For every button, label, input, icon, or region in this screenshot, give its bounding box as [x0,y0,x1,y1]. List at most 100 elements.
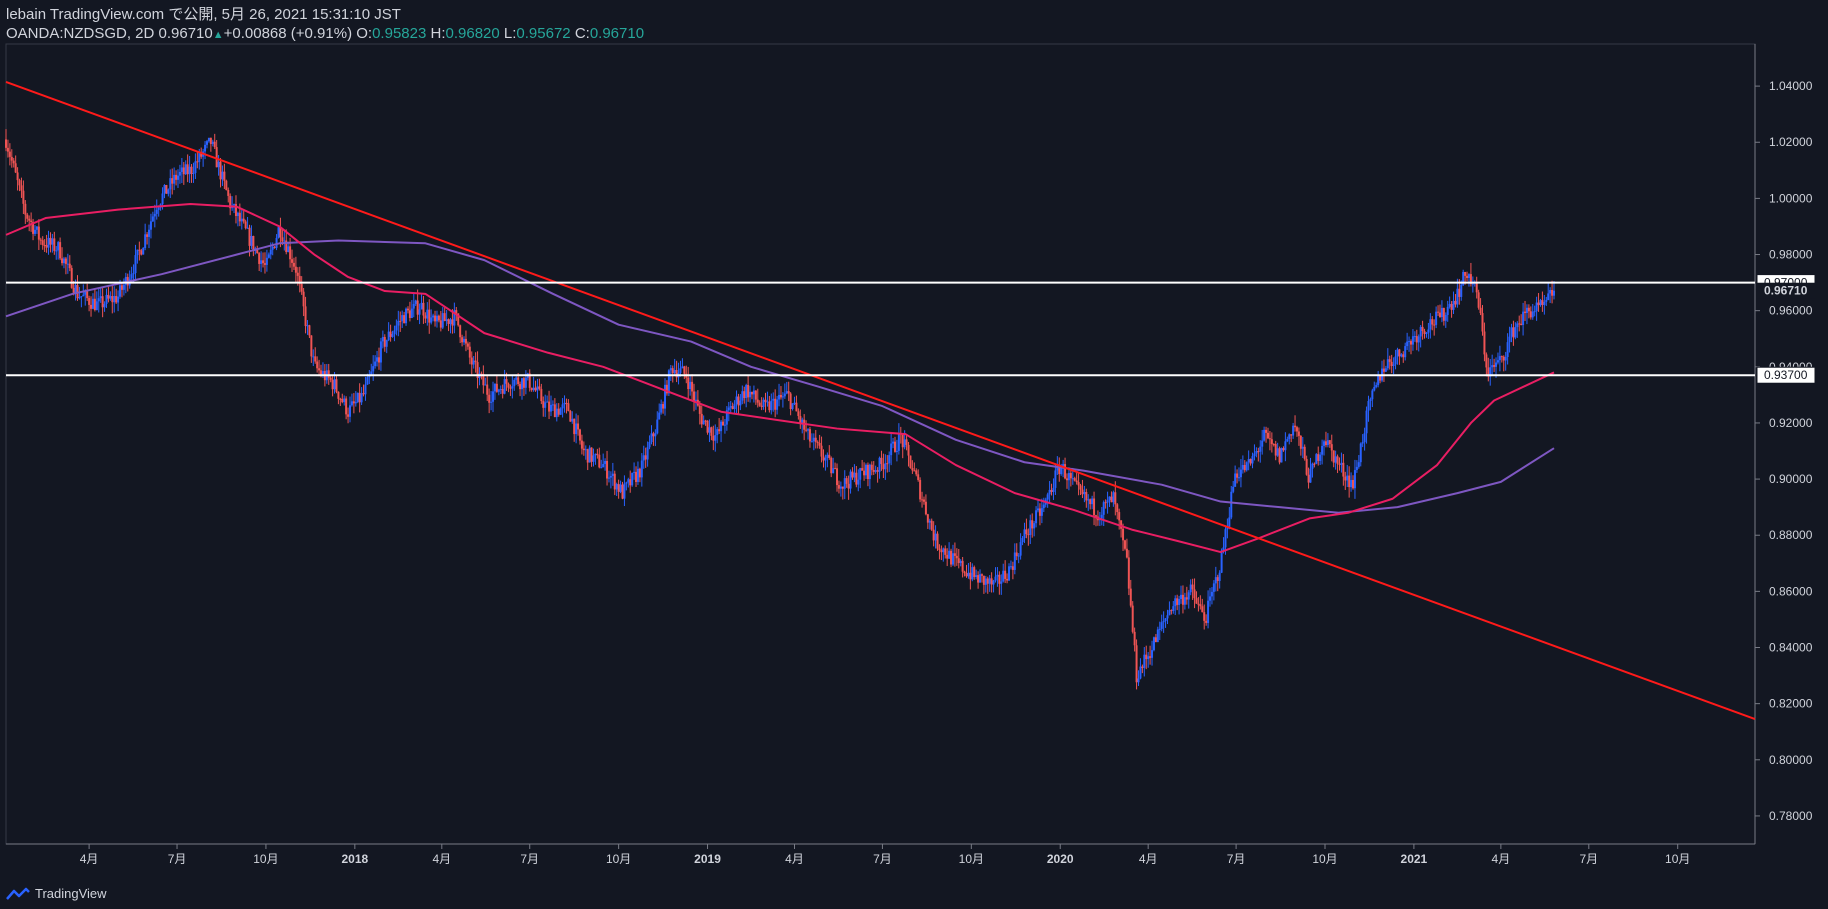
candle-body [602,463,605,468]
candle-body [770,400,773,411]
candle-body [1350,479,1353,488]
candle-body [364,384,367,395]
candle-body [1321,445,1324,455]
candle-body [470,357,473,365]
candle-body [1180,594,1183,600]
candle-body [1046,494,1049,500]
candle-body [721,421,724,426]
candle-body [1382,368,1385,372]
candle-body [1502,356,1505,361]
candle-body [432,315,435,318]
candle-body [625,482,628,484]
candle-body [834,468,837,470]
candle-body [901,434,904,448]
candle-body [1421,326,1424,332]
candle-body [1091,498,1094,505]
candle-body [1340,462,1343,465]
price-tick-label: 0.88000 [1769,528,1813,542]
candle-body [437,315,440,321]
candle-body [1259,446,1262,452]
candle-body [1467,274,1470,278]
candle-body [892,441,895,444]
tradingview-footer[interactable]: TradingView [6,886,107,901]
candle-body [609,475,612,478]
candle-body [662,404,665,409]
price-tick-label: 0.84000 [1769,641,1813,655]
candle-body [772,398,775,401]
candle-body [430,317,433,323]
candle-body [1214,577,1217,584]
candle-body [227,190,230,196]
candle-body [1166,615,1169,619]
candle-body [406,308,409,311]
price-tick-label: 0.86000 [1769,584,1813,598]
candle-body [965,573,968,577]
candle-body [389,331,392,337]
candle-body [1100,514,1103,519]
candle-body [737,396,740,406]
candles-layer [5,129,1556,690]
candle-body [1253,453,1256,457]
candle-body [779,394,782,398]
candle-body [1369,399,1372,401]
candle-body [171,178,174,184]
candle-body [26,214,29,219]
candle-body [1504,356,1507,361]
candle-body [886,463,889,465]
candle-body [1255,451,1258,454]
candle-body [1537,302,1540,306]
candle-body [190,166,193,174]
candle-body [381,336,384,342]
candle-body [186,164,189,175]
candle-body [1309,468,1312,483]
candle-body [1265,429,1268,433]
candle-body [687,377,690,390]
candle-body [352,401,355,404]
candle-body [321,370,324,375]
candle-body [1377,375,1380,386]
candle-body [1496,360,1499,363]
candle-body [905,439,908,445]
candle-body [1485,354,1488,368]
candle-body [868,464,871,480]
candle-body [629,479,632,486]
candle-body [1305,458,1308,475]
candle-body [917,474,920,480]
time-tick-label: 7月 [1579,852,1598,866]
candle-body [1108,496,1111,501]
time-axis[interactable]: 4月 7月 10月 2018 4月 7月 10月 2019 4月 7月 10月 2020 4月 7月 10月… [80,844,1691,866]
candle-body [1224,529,1227,548]
candle-body [312,356,315,358]
candle-body [950,550,953,565]
candle-body [464,338,467,344]
candle-body [428,309,431,323]
candle-body [843,478,846,489]
candle-body [808,429,811,442]
candle-body [314,356,317,362]
candle-body [416,300,419,315]
candle-body [443,313,446,322]
candle-body [335,379,338,392]
candle-body [215,147,218,168]
candle-body [1137,678,1140,683]
candle-body [28,218,31,221]
candle-body [1025,529,1028,535]
candle-body [571,418,574,422]
candle-body [273,246,276,248]
candle-body [619,484,622,492]
price-chart[interactable]: 1.040001.020001.000000.980000.960000.940… [0,0,1828,909]
candle-body [1452,300,1455,310]
candle-body [642,455,645,461]
candle-body [878,457,881,472]
candle-body [358,392,361,403]
candle-body [1456,288,1459,305]
candle-body [1541,300,1544,305]
candle-body [374,361,377,367]
candle-body [148,229,151,237]
price-axis[interactable]: 1.040001.020001.000000.980000.960000.940… [1755,79,1816,823]
candle-body [1205,620,1208,623]
candle-body [57,242,60,251]
candle-body [1160,622,1163,629]
candle-body [163,184,166,194]
candle-body [743,391,746,399]
